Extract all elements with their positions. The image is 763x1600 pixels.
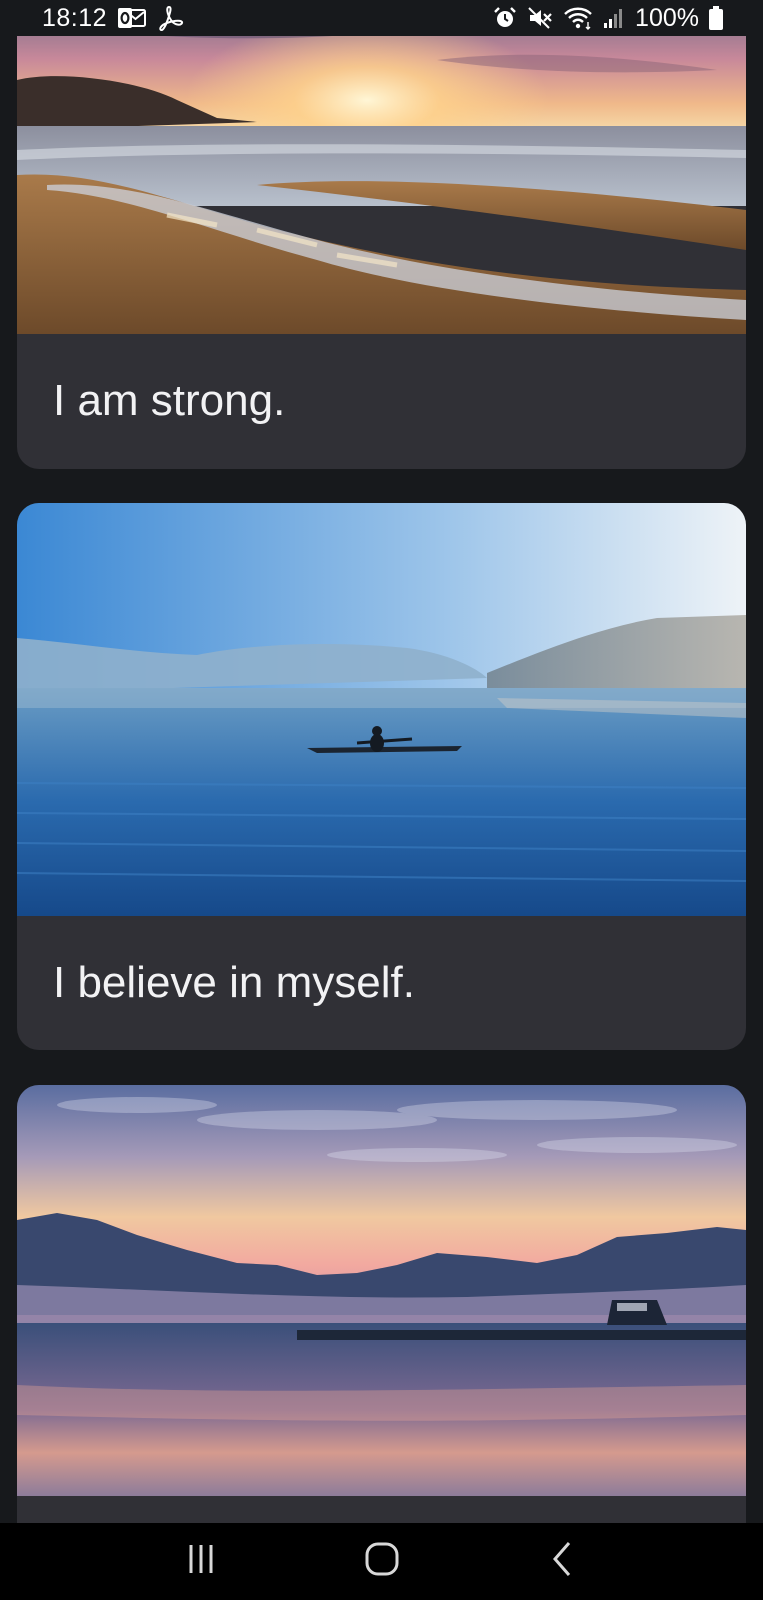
- wifi-icon: [563, 6, 593, 30]
- screen: 18:12 100% I am strong. I believe in mys…: [0, 0, 763, 1600]
- battery-percent: 100%: [635, 3, 699, 32]
- affirmation-card[interactable]: I believe in myself.: [17, 503, 746, 1050]
- status-left: 18:12: [42, 4, 185, 33]
- battery-icon: [709, 6, 723, 30]
- affirmation-text: I am strong.: [53, 376, 286, 425]
- home-button[interactable]: [352, 1532, 412, 1592]
- affirmation-text: I believe in myself.: [53, 958, 415, 1007]
- affirmation-text: [17, 1496, 746, 1523]
- affirmation-feed[interactable]: I am strong. I believe in myself.: [0, 0, 763, 1523]
- recent-apps-button[interactable]: [171, 1532, 231, 1592]
- recent-apps-icon: [184, 1542, 218, 1581]
- lake-dusk-mountains-photo: [17, 1085, 746, 1496]
- navigation-bar: [0, 1523, 763, 1600]
- affirmation-card[interactable]: I am strong.: [17, 0, 746, 469]
- lake-kayaker-photo: [17, 503, 746, 916]
- beach-sunset-photo: [17, 0, 746, 334]
- status-right: 100%: [493, 4, 723, 33]
- affirmation-card[interactable]: [17, 1085, 746, 1523]
- signal-icon: [603, 7, 625, 29]
- status-bar: 18:12 100%: [0, 0, 763, 36]
- acrobat-icon: [157, 5, 185, 31]
- alarm-icon: [493, 6, 517, 30]
- home-icon: [364, 1541, 400, 1582]
- clock: 18:12: [42, 3, 108, 32]
- mute-icon: [527, 6, 553, 30]
- back-button[interactable]: [533, 1532, 593, 1592]
- outlook-icon: [117, 7, 147, 29]
- back-icon: [548, 1541, 578, 1582]
